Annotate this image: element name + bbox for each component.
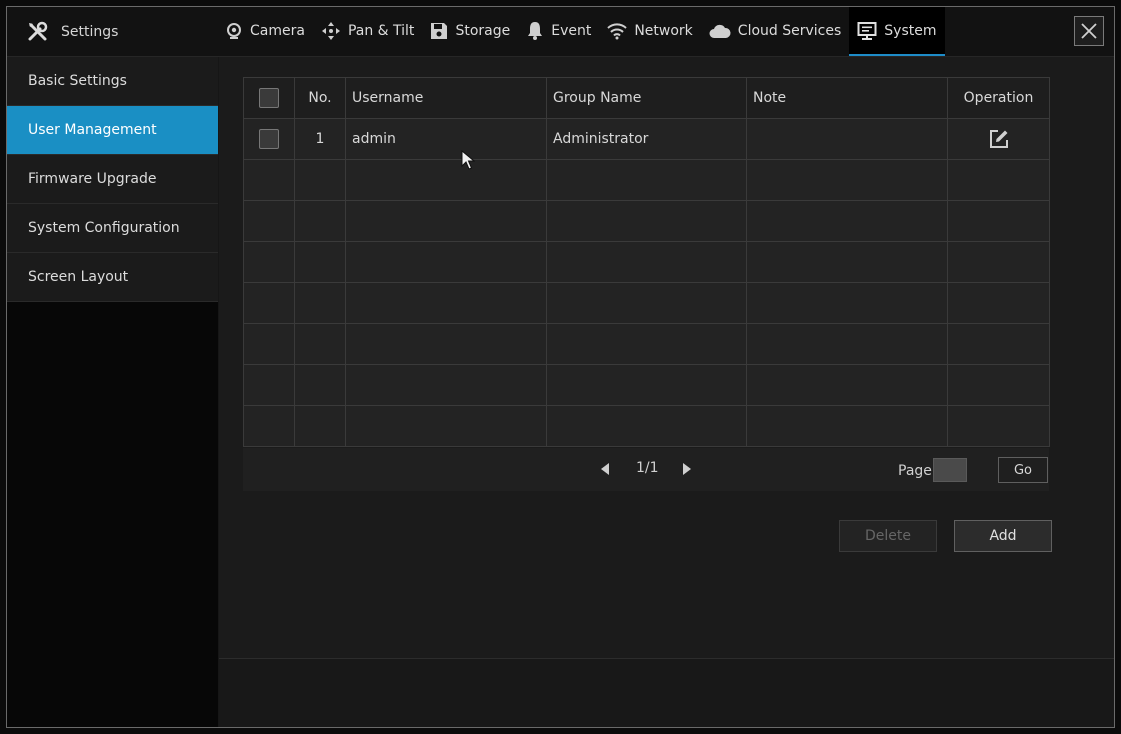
table-row-empty xyxy=(243,282,1050,324)
storage-icon xyxy=(431,22,448,39)
sidebar: Basic Settings User Management Firmware … xyxy=(7,57,218,727)
sidebar-item-user-management[interactable]: User Management xyxy=(7,106,218,155)
select-all-checkbox[interactable] xyxy=(259,88,279,108)
top-bar: Settings Camera Pan & Tilt Storage Event… xyxy=(7,7,1114,57)
cell-operation xyxy=(947,118,1050,160)
bell-icon xyxy=(528,21,543,40)
cell-note xyxy=(746,118,948,160)
table-row-empty xyxy=(243,159,1050,201)
table-row-empty xyxy=(243,241,1050,283)
main-panel: No. Username Group Name Note Operation 1… xyxy=(219,57,1114,727)
row-checkbox[interactable] xyxy=(259,129,279,149)
page-number-input[interactable] xyxy=(933,458,967,482)
tab-system[interactable]: System xyxy=(849,7,945,56)
row-select-cell xyxy=(243,118,295,160)
go-button[interactable]: Go xyxy=(998,457,1048,483)
table-row-empty xyxy=(243,200,1050,242)
sidebar-item-label: Basic Settings xyxy=(28,73,127,89)
delete-button[interactable]: Delete xyxy=(839,520,937,552)
sidebar-item-screen-layout[interactable]: Screen Layout xyxy=(7,253,218,302)
cell-username: admin xyxy=(345,118,547,160)
tab-label: Event xyxy=(551,22,592,39)
monitor-icon xyxy=(857,21,877,40)
sidebar-item-basic-settings[interactable]: Basic Settings xyxy=(7,57,218,106)
footer-bar xyxy=(219,658,1114,727)
tab-pan-tilt[interactable]: Pan & Tilt xyxy=(313,7,422,56)
column-header-username: Username xyxy=(345,77,547,119)
tab-label: Storage xyxy=(455,22,511,39)
camera-icon xyxy=(227,22,241,39)
table-row-empty xyxy=(243,405,1050,447)
settings-window: Settings Camera Pan & Tilt Storage Event… xyxy=(6,6,1115,728)
sidebar-item-label: User Management xyxy=(28,122,157,138)
select-all-cell xyxy=(243,77,295,119)
tab-bar: Camera Pan & Tilt Storage Event Network … xyxy=(217,7,945,56)
page-indicator: 1/1 xyxy=(636,460,659,476)
tab-label: Pan & Tilt xyxy=(347,22,415,39)
tab-event[interactable]: Event xyxy=(518,7,599,56)
edit-icon[interactable] xyxy=(989,129,1009,149)
close-icon xyxy=(1081,23,1097,39)
sidebar-item-label: System Configuration xyxy=(28,220,180,236)
cell-group-name: Administrator xyxy=(546,118,747,160)
next-page-icon[interactable] xyxy=(682,462,692,476)
window-title-label: Settings xyxy=(61,23,119,40)
tab-storage[interactable]: Storage xyxy=(422,7,518,56)
add-button[interactable]: Add xyxy=(954,520,1052,552)
table-row-empty xyxy=(243,323,1050,365)
wifi-icon xyxy=(607,22,628,39)
column-header-operation: Operation xyxy=(947,77,1050,119)
column-header-no: No. xyxy=(294,77,346,119)
column-header-group-name: Group Name xyxy=(546,77,747,119)
tools-icon xyxy=(28,21,48,40)
sidebar-item-firmware-upgrade[interactable]: Firmware Upgrade xyxy=(7,155,218,204)
tab-label: Camera xyxy=(250,22,305,39)
previous-page-icon[interactable] xyxy=(600,462,610,476)
sidebar-item-label: Screen Layout xyxy=(28,269,129,285)
tab-label: Cloud Services xyxy=(737,22,842,39)
tab-cloud-services[interactable]: Cloud Services xyxy=(701,7,849,56)
window-title: Settings xyxy=(27,7,118,56)
table-row-empty xyxy=(243,364,1050,406)
tab-label: System xyxy=(884,22,937,39)
pan-tilt-icon xyxy=(321,21,340,40)
tab-label: Network xyxy=(634,22,693,39)
user-table: No. Username Group Name Note Operation 1… xyxy=(243,77,1050,447)
tab-camera[interactable]: Camera xyxy=(217,7,313,56)
table-header-row: No. Username Group Name Note Operation xyxy=(243,77,1050,119)
cell-no: 1 xyxy=(294,118,346,160)
column-header-note: Note xyxy=(746,77,948,119)
tab-network[interactable]: Network xyxy=(599,7,700,56)
sidebar-item-label: Firmware Upgrade xyxy=(28,171,157,187)
pagination-bar: 1/1 Page Go xyxy=(243,448,1049,491)
table-row[interactable]: 1 admin Administrator xyxy=(243,118,1050,160)
sidebar-item-system-configuration[interactable]: System Configuration xyxy=(7,204,218,253)
mouse-cursor-icon xyxy=(461,150,475,170)
close-button[interactable] xyxy=(1074,16,1104,46)
page-label: Page xyxy=(898,463,932,479)
cloud-icon xyxy=(709,24,731,38)
